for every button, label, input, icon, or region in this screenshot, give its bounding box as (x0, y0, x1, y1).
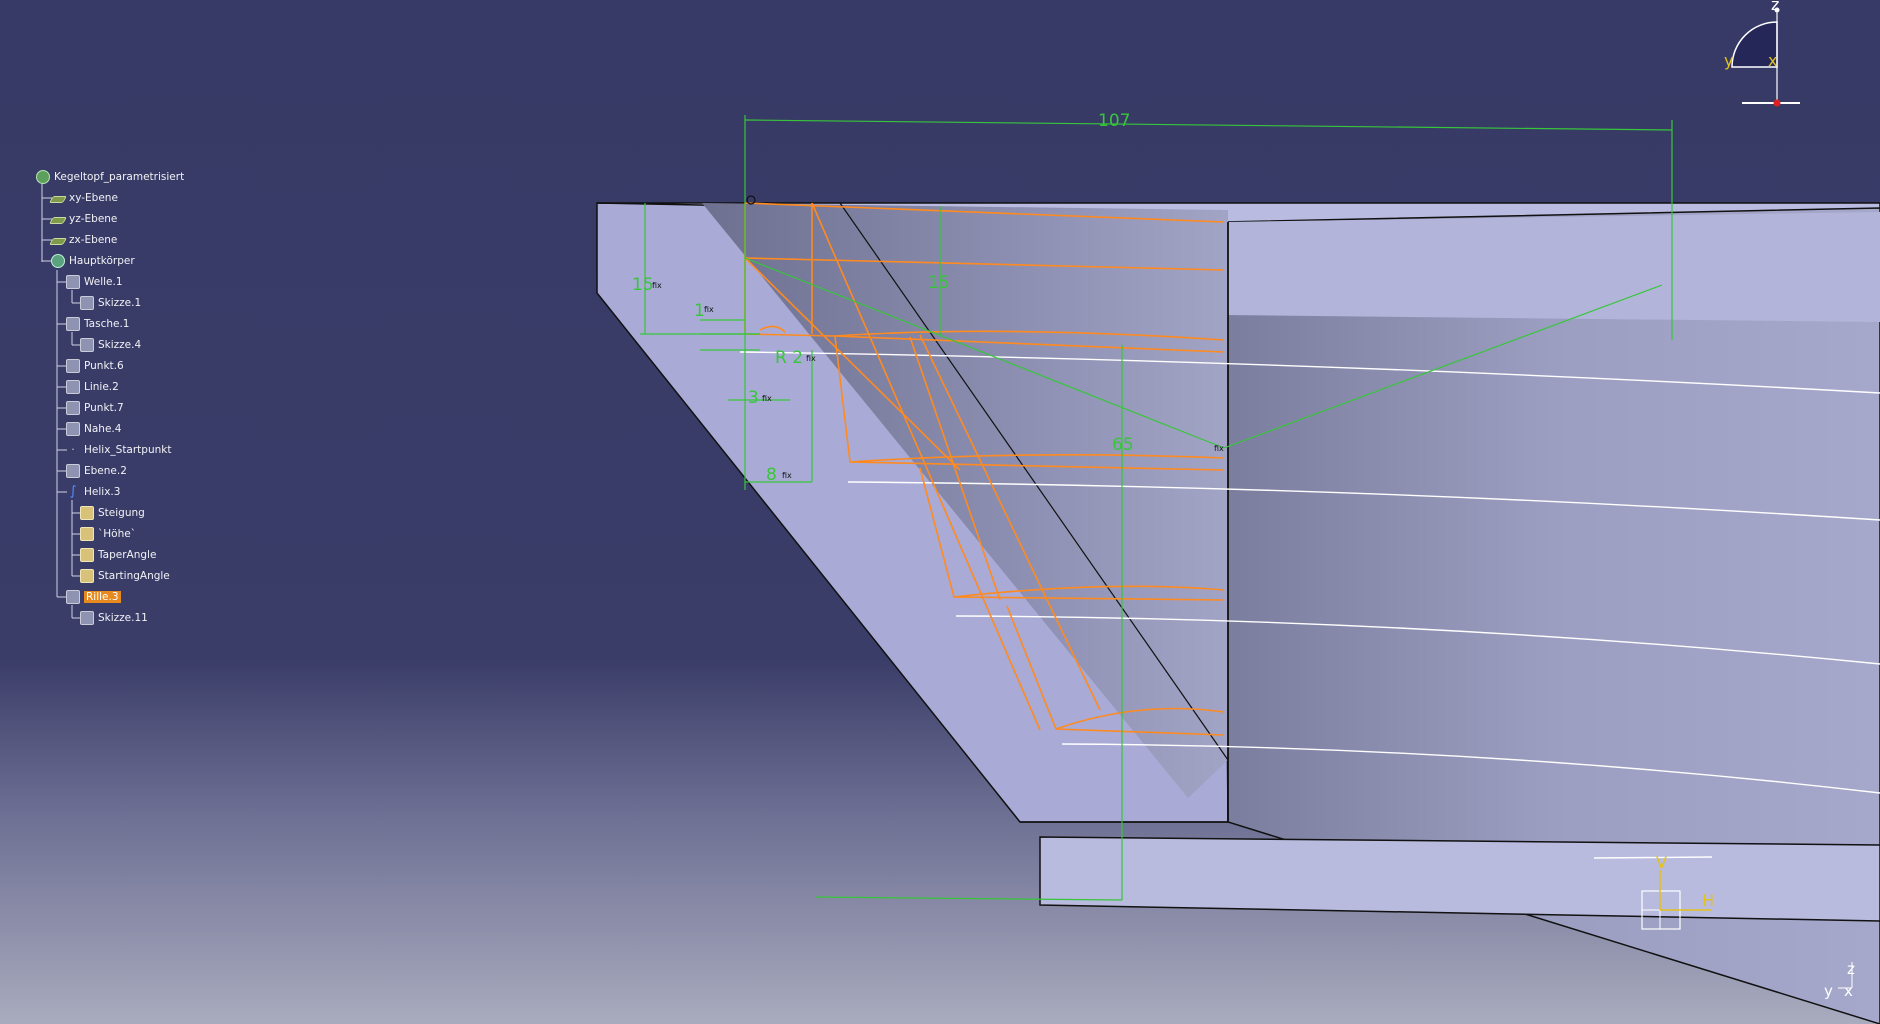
tree-item-xy-plane[interactable]: xy-Ebene (48, 190, 118, 206)
tree-item-label: Welle.1 (84, 276, 123, 288)
shaft-icon (66, 275, 80, 289)
near-icon (66, 422, 80, 436)
specification-tree[interactable]: Kegeltopf_parametrisiert xy-Ebene yz-Ebe… (0, 0, 260, 650)
tree-item-label: Skizze.4 (98, 339, 142, 351)
tree-item-helix-3[interactable]: ∫ Helix.3 (66, 484, 121, 500)
tree-item-label: zx-Ebene (69, 234, 118, 246)
helix-icon: ∫ (69, 484, 77, 499)
tree-item-label: Linie.2 (84, 381, 119, 393)
tree-item-label: xy-Ebene (69, 192, 118, 204)
tree-item-label: Skizze.11 (98, 612, 148, 624)
svg-text:fix: fix (762, 394, 772, 403)
tree-item-label: Hauptkörper (69, 255, 135, 267)
dim-width-107[interactable]: 107 (1098, 111, 1130, 131)
dim-offset-8[interactable]: 8 (766, 465, 777, 485)
tree-item-label: Punkt.7 (84, 402, 124, 414)
tree-item-line-2[interactable]: Linie.2 (66, 379, 119, 395)
tree-item-main-body[interactable]: Hauptkörper (51, 253, 135, 269)
pocket-icon (66, 317, 80, 331)
tree-item-label: `Höhe` (98, 528, 136, 540)
svg-text:fix: fix (806, 354, 816, 363)
tree-item-label: Kegeltopf_parametrisiert (54, 171, 185, 183)
parameter-icon (80, 548, 94, 562)
tree-item-label: Helix_Startpunkt (84, 444, 172, 456)
point-icon: · (71, 443, 75, 456)
tree-item-label: Ebene.2 (84, 465, 127, 477)
tree-item-label: Helix.3 (84, 486, 121, 498)
part-gear-icon (36, 170, 50, 184)
dim-radius-r2[interactable]: R 2 (775, 348, 803, 368)
parameter-icon (80, 506, 94, 520)
compass-y-label: y (1724, 51, 1733, 70)
dim-inner-height-15[interactable]: 15 (928, 273, 950, 293)
parameter-icon (80, 569, 94, 583)
tree-item-param-height[interactable]: `Höhe` (80, 526, 136, 542)
tree-item-sketch-1[interactable]: Skizze.1 (80, 295, 141, 311)
tree-item-label: Nahe.4 (84, 423, 122, 435)
tree-item-zx-plane[interactable]: zx-Ebene (48, 232, 118, 248)
svg-text:fix: fix (652, 281, 662, 290)
tree-item-point-6[interactable]: Punkt.6 (66, 358, 124, 374)
tree-item-label: TaperAngle (98, 549, 157, 561)
tree-item-label: Punkt.6 (84, 360, 124, 372)
sketch-icon (80, 338, 94, 352)
corner-y-label: y (1824, 982, 1833, 1000)
sketch-icon (80, 611, 94, 625)
tree-item-label: Steigung (98, 507, 145, 519)
plane-icon (48, 238, 68, 245)
sketch-axis-v: V (1656, 853, 1667, 872)
point-icon (66, 359, 80, 373)
sketch-icon (80, 296, 94, 310)
tree-item-label: Tasche.1 (84, 318, 130, 330)
parameter-icon (80, 527, 94, 541)
plane-icon (48, 217, 68, 224)
dim-offset-3[interactable]: 3 (748, 388, 759, 408)
tree-item-helix-start-point[interactable]: · Helix_Startpunkt (66, 442, 171, 458)
tree-item-shaft[interactable]: Welle.1 (66, 274, 123, 290)
tree-item-pocket[interactable]: Tasche.1 (66, 316, 130, 332)
svg-text:fix: fix (704, 305, 714, 314)
tree-item-label: Skizze.1 (98, 297, 142, 309)
sketch-axis-h: H (1702, 891, 1714, 910)
line-icon (66, 380, 80, 394)
tree-item-label: StartingAngle (98, 570, 170, 582)
dim-depth-65[interactable]: 65 (1112, 435, 1134, 455)
part-body[interactable] (596, 202, 1880, 1024)
tree-item-label: yz-Ebene (69, 213, 118, 225)
svg-text:fix: fix (782, 471, 792, 480)
svg-text:fix: fix (1214, 444, 1224, 453)
plane-icon (66, 464, 80, 478)
tree-item-groove-3[interactable]: Rille.3 (66, 589, 121, 605)
tree-item-yz-plane[interactable]: yz-Ebene (48, 211, 118, 227)
tree-item-param-taper-angle[interactable]: TaperAngle (80, 547, 156, 563)
corner-x-label: x (1844, 982, 1853, 1000)
dim-left-height-15[interactable]: 15 (632, 275, 654, 295)
groove-icon (66, 590, 80, 604)
corner-z-label: z (1847, 960, 1855, 978)
tree-item-label: Rille.3 (84, 591, 121, 603)
tree-item-plane-2[interactable]: Ebene.2 (66, 463, 127, 479)
body-icon (51, 254, 65, 268)
tree-item-root[interactable]: Kegeltopf_parametrisiert (36, 169, 184, 185)
tree-item-param-starting-angle[interactable]: StartingAngle (80, 568, 170, 584)
tree-item-sketch-4[interactable]: Skizze.4 (80, 337, 141, 353)
plane-icon (48, 196, 68, 203)
tree-item-point-7[interactable]: Punkt.7 (66, 400, 124, 416)
compass-x-label: x (1768, 51, 1777, 70)
3d-viewport[interactable]: 107 15 15 1 R 2 3 8 65 fix fix fix fix f… (0, 0, 1880, 1024)
compass-gizmo[interactable]: z y x (1724, 0, 1800, 107)
compass-z-label: z (1771, 0, 1779, 14)
tree-item-param-pitch[interactable]: Steigung (80, 505, 145, 521)
point-icon (66, 401, 80, 415)
tree-item-near-4[interactable]: Nahe.4 (66, 421, 121, 437)
tree-item-sketch-11[interactable]: Skizze.11 (80, 610, 148, 626)
